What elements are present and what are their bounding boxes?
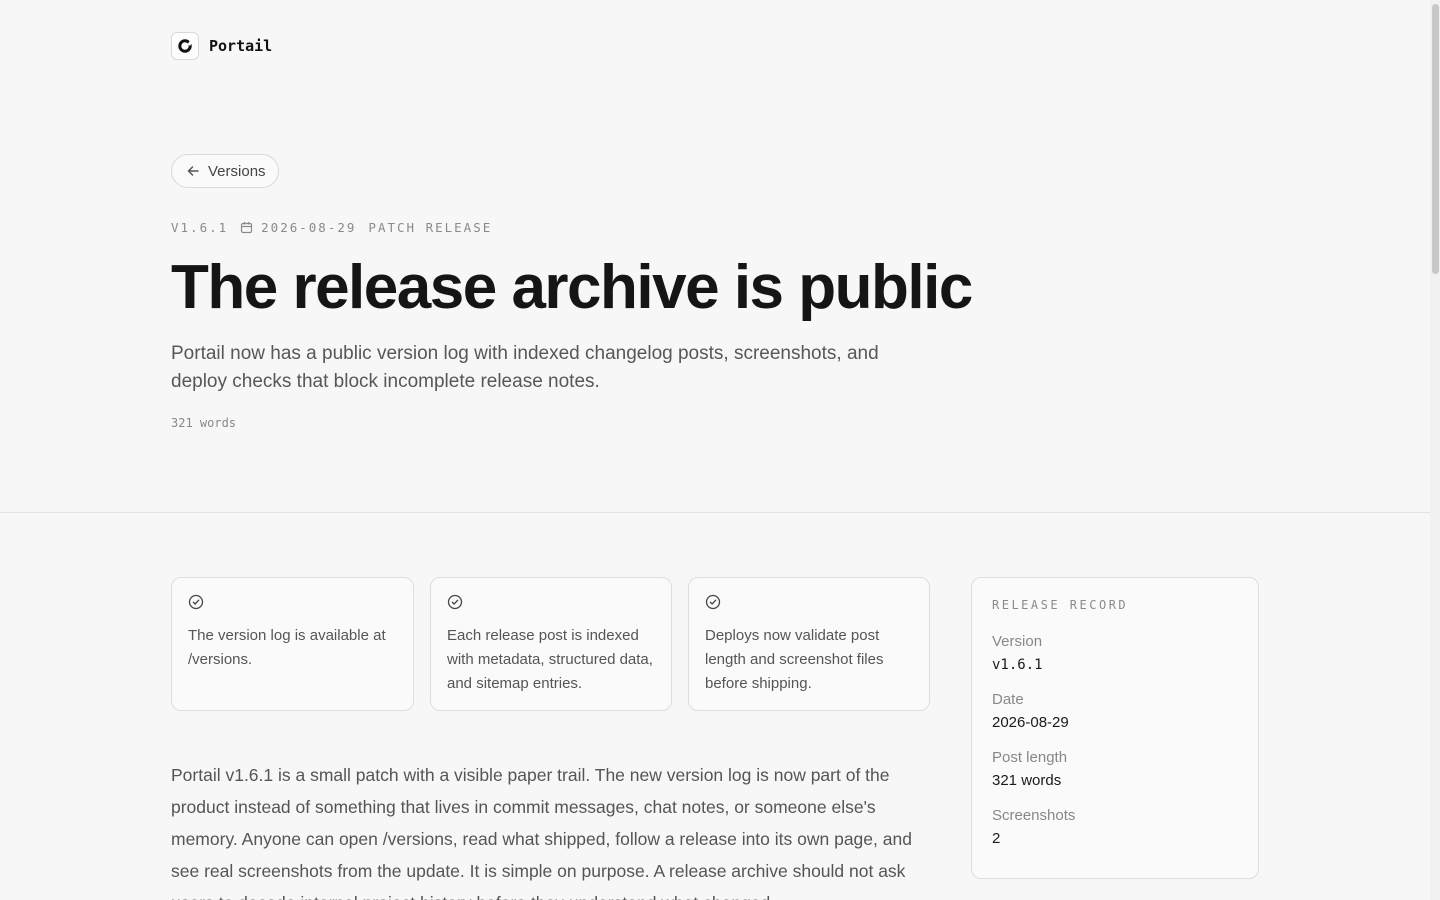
highlight-card: The version log is available at /version… (171, 577, 414, 711)
version-tag: V1.6.1 (171, 220, 229, 235)
scrollbar-thumb[interactable] (1432, 4, 1439, 274)
release-body-paragraph: Portail v1.6.1 is a small patch with a v… (171, 765, 912, 900)
page-scrollbar[interactable] (1430, 0, 1440, 900)
highlight-text: The version log is available at /version… (188, 627, 386, 668)
portail-logo-icon[interactable] (171, 32, 199, 60)
record-value: 2 (992, 830, 1001, 847)
highlight-card: Deploys now validate post length and scr… (688, 577, 930, 711)
record-item-version: Version v1.6.1 (992, 632, 1238, 676)
back-button-label: Versions (208, 162, 266, 180)
record-label: Post length (992, 749, 1068, 766)
calendar-icon (241, 222, 253, 234)
record-label: Version (992, 633, 1043, 650)
release-date-text: 2026-08-29 (261, 220, 357, 235)
site-header: Portail (171, 32, 272, 60)
highlight-cards: The version log is available at /version… (171, 577, 930, 711)
highlight-text: Each release post is indexed with metada… (447, 627, 653, 692)
arrow-left-icon (187, 166, 199, 176)
check-circle-icon (188, 594, 204, 610)
highlight-card: Each release post is indexed with metada… (430, 577, 672, 711)
record-label: Screenshots (992, 807, 1076, 824)
release-record-panel: RELEASE RECORD Version v1.6.1 Date 2026-… (971, 577, 1259, 879)
page-subtitle: Portail now has a public version log wit… (171, 343, 879, 392)
record-item-post-length: Post length 321 words (992, 748, 1238, 792)
word-count: 321 words (171, 416, 237, 430)
record-item-screenshots: Screenshots 2 (992, 806, 1238, 850)
check-circle-icon (705, 594, 721, 610)
record-value: v1.6.1 (992, 657, 1043, 673)
back-to-versions-button[interactable]: Versions (171, 154, 279, 188)
record-value: 321 words (992, 772, 1062, 789)
record-value: 2026-08-29 (992, 714, 1069, 731)
section-divider (0, 512, 1430, 513)
release-meta: V1.6.1 2026-08-29 PATCH RELEASE (171, 220, 492, 235)
brand-name[interactable]: Portail (209, 37, 272, 55)
release-date: 2026-08-29 (240, 220, 356, 235)
release-record-title: RELEASE RECORD (992, 598, 1129, 612)
check-circle-icon (447, 594, 463, 610)
release-type: PATCH RELEASE (368, 220, 493, 235)
record-label: Date (992, 691, 1024, 708)
highlight-text: Deploys now validate post length and scr… (705, 627, 884, 692)
record-item-date: Date 2026-08-29 (992, 690, 1238, 734)
page-title: The release archive is public (171, 253, 973, 322)
